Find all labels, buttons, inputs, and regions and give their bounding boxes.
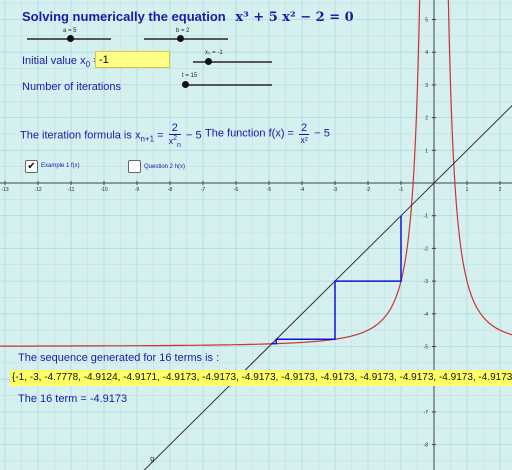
sequence-values: {-1, -3, -4.7778, -4.9124, -4.9171, -4.9…: [10, 370, 512, 386]
iterations-label: Number of iterations: [22, 81, 122, 93]
slider-x0-label: x₀ = -1: [205, 50, 223, 56]
y-tick-label: -3: [424, 279, 429, 285]
app-title: Solving numerically the equation x³ + 5 …: [22, 9, 354, 25]
x-tick-label: -10: [100, 187, 107, 193]
line-label: g: [150, 456, 154, 463]
x-tick-label: -6: [234, 187, 239, 193]
function-numerator: 2: [299, 122, 310, 135]
y-tick-label: 4: [425, 50, 428, 56]
x-tick-label: -9: [135, 187, 140, 193]
function-denominator: x²: [300, 135, 308, 145]
sequence-title: The sequence generated for 16 terms is :: [18, 352, 220, 364]
slider-x0-handle[interactable]: [205, 58, 212, 65]
slider-t[interactable]: [182, 81, 272, 88]
y-tick-label: 2: [425, 116, 428, 122]
formula-den-sub: n: [177, 141, 181, 149]
example-1-checkbox[interactable]: ✔: [25, 160, 38, 173]
x-tick-label: -3: [333, 187, 338, 193]
nth-term: The 16 term = -4.9173: [18, 393, 128, 405]
title-equation: x³ + 5 x² − 2 = 0: [235, 10, 354, 25]
x-tick-label: -2: [366, 187, 371, 193]
function-formula: The function f(x) = 2 x² − 5: [205, 122, 330, 145]
question-2-label: Question 2 h(x): [144, 164, 186, 170]
x-tick-label: -13: [1, 187, 8, 193]
y-tick-label: -2: [424, 246, 429, 252]
y-tick-label: 1: [425, 148, 428, 154]
x-tick-label: -4: [300, 187, 305, 193]
y-tick-label: 5: [425, 18, 428, 24]
initial-value-sub: 0: [85, 60, 91, 70]
example-1-label: Example 1 f(x): [41, 163, 80, 169]
formula-fraction: 2 x2n: [168, 122, 181, 149]
slider-b-handle[interactable]: [177, 35, 184, 42]
function-tail: − 5: [314, 127, 330, 140]
formula-numerator: 2: [168, 122, 181, 135]
x-tick-label: -11: [68, 187, 75, 193]
slider-a-label: a = 5: [63, 28, 77, 34]
question-2-checkbox[interactable]: [128, 160, 141, 173]
x-tick-label: 1: [466, 187, 469, 193]
slider-b[interactable]: [144, 35, 228, 42]
slider-a-handle[interactable]: [67, 35, 74, 42]
y-tick-label: -1: [424, 214, 429, 220]
slider-t-handle[interactable]: [182, 81, 189, 88]
title-text: Solving numerically the equation: [22, 9, 226, 24]
y-tick-label: -8: [424, 443, 429, 449]
function-fraction: 2 x²: [299, 122, 310, 145]
x-tick-label: -5: [267, 187, 272, 193]
iteration-formula: The iteration formula is xn+1 = 2 x2n − …: [20, 122, 202, 149]
slider-x0[interactable]: [193, 58, 272, 65]
slider-b-label: b = 2: [176, 28, 190, 34]
formula-intro: The iteration formula is: [20, 129, 132, 142]
initial-value-text: Initial value x: [22, 55, 86, 67]
y-tick-label: -4: [424, 312, 429, 318]
formula-eq: =: [157, 129, 164, 142]
y-tick-label: -5: [424, 345, 429, 351]
x-tick-label: 2: [499, 187, 502, 193]
function-label: The function f(x) =: [205, 127, 294, 140]
initial-value-label: Initial value x0 =: [22, 55, 100, 69]
y-tick-label: -7: [424, 410, 429, 416]
identity-line: [143, 105, 512, 470]
x-tick-label: -8: [168, 187, 173, 193]
formula-tail: − 5: [185, 129, 202, 142]
x-tick-label: -7: [201, 187, 206, 193]
formula-denominator: x2n: [169, 135, 181, 149]
y-tick-label: 3: [425, 83, 428, 89]
x-tick-label: -1: [399, 187, 404, 193]
initial-value-input[interactable]: [95, 51, 170, 68]
slider-a[interactable]: [27, 35, 111, 42]
formula-x-next-sub: n+1: [140, 134, 155, 144]
slider-t-label: t = 15: [182, 73, 198, 79]
x-tick-label: -12: [34, 187, 41, 193]
